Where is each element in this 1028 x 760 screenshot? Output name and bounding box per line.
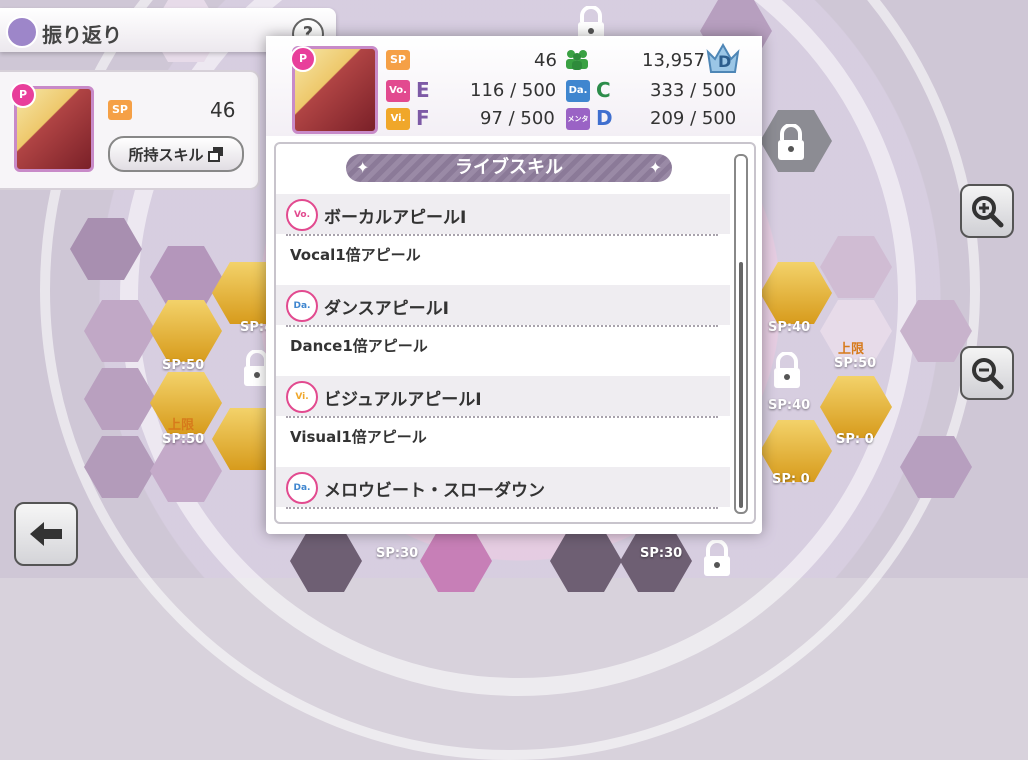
skill-name: ビジュアルアピールⅠ <box>324 390 482 410</box>
divider <box>286 416 718 418</box>
visual-icon: Vi. <box>386 108 410 130</box>
list-item[interactable]: Da. メロウビート・スローダウン <box>276 467 730 522</box>
lock-icon <box>704 540 730 576</box>
hex-up-label: 上限 <box>838 342 865 357</box>
hex-sp-label: SP:50 <box>162 358 205 373</box>
lock-icon <box>778 124 804 160</box>
skill-description: Visual1倍アピール <box>290 428 427 446</box>
idol-summary-card: P SP 46 <box>0 70 260 190</box>
fans-value: 13,957 <box>642 50 705 71</box>
hex-sp-label: SP: 0 <box>772 472 810 487</box>
skill-description: Vocal1倍アピール <box>290 246 421 264</box>
divider <box>286 325 718 327</box>
visual-grade: F <box>416 106 430 130</box>
vocal-skill-icon: Vo. <box>286 199 318 231</box>
hex-sp-label: SP: 0 <box>836 432 874 447</box>
vocal-grade: E <box>416 78 430 102</box>
owned-skills-label: 所持スキル <box>128 145 204 164</box>
dance-icon: Da. <box>566 80 590 102</box>
hex-sp-label: SP:30 <box>376 546 419 561</box>
live-skill-list[interactable]: ✦ ライブスキル ✦ Vo. ボーカルアピールⅠ Vocal1倍アピール Da.… <box>274 142 756 524</box>
produce-badge-icon: P <box>290 46 316 72</box>
hex-sp-label: SP:30 <box>640 546 683 561</box>
visual-value: 97 / 500 <box>480 108 555 129</box>
hex-sp-label: SP:50 <box>834 356 877 371</box>
hex-up-label: 上限 <box>168 418 195 433</box>
mental-grade: D <box>596 106 613 130</box>
list-item[interactable]: Vo. ボーカルアピールⅠ Vocal1倍アピール <box>276 194 730 284</box>
vocal-value: 116 / 500 <box>470 80 557 101</box>
zoom-in-icon <box>972 196 1004 228</box>
hex-sp-label: SP:50 <box>162 432 205 447</box>
hex-sp-label: SP:40 <box>768 320 811 335</box>
back-button[interactable] <box>14 502 78 566</box>
sparkle-icon: ✦ <box>356 158 370 177</box>
skill-name: メロウビート・スローダウン <box>324 481 545 501</box>
dance-value: 333 / 500 <box>650 80 737 101</box>
stats-panel: P SP 46 13,957 D Vo. E 116 / 500 Da. C 3… <box>266 36 762 145</box>
rank-grade: D <box>718 52 732 71</box>
skill-name: ボーカルアピールⅠ <box>324 208 467 228</box>
scroll-thumb[interactable] <box>737 156 745 256</box>
fans-icon <box>566 50 588 70</box>
back-arrow-icon <box>30 522 62 546</box>
scroll-track <box>739 262 743 508</box>
live-skill-header: ✦ ライブスキル ✦ <box>346 154 672 182</box>
hex-sp-label: SP:40 <box>768 398 811 413</box>
skill-description: Dance1倍アピール <box>290 337 428 355</box>
lock-icon <box>774 352 800 388</box>
divider <box>286 507 718 509</box>
review-icon <box>6 16 38 48</box>
zoom-out-icon <box>972 358 1004 390</box>
skill-detail-modal: P SP 46 13,957 D Vo. E 116 / 500 Da. C 3… <box>266 36 762 534</box>
scrollbar[interactable] <box>734 154 748 514</box>
list-item[interactable]: Da. ダンスアピールⅠ Dance1倍アピール <box>276 285 730 375</box>
window-icon <box>207 147 223 162</box>
vocal-icon: Vo. <box>386 80 410 102</box>
visual-skill-icon: Vi. <box>286 381 318 413</box>
page-title: 振り返り <box>42 23 122 47</box>
dance-grade: C <box>596 78 611 102</box>
sp-value: 46 <box>210 98 236 122</box>
sparkle-icon: ✦ <box>648 158 662 177</box>
divider <box>286 234 718 236</box>
list-item[interactable]: Vi. ビジュアルアピールⅠ Visual1倍アピール <box>276 376 730 466</box>
sp-value: 46 <box>534 50 557 71</box>
skill-name: ダンスアピールⅠ <box>324 299 449 319</box>
dance-skill-icon: Da. <box>286 290 318 322</box>
owned-skills-button[interactable]: 所持スキル <box>108 136 244 172</box>
zoom-out-button[interactable] <box>960 346 1014 400</box>
dance-skill-icon: Da. <box>286 472 318 504</box>
produce-badge-icon: P <box>10 82 36 108</box>
mental-icon: メンタル <box>566 108 590 145</box>
mental-value: 209 / 500 <box>650 108 737 129</box>
sp-label: SP <box>108 100 132 120</box>
live-skill-title: ライブスキル <box>455 157 563 178</box>
sp-label: SP <box>386 50 410 70</box>
zoom-in-button[interactable] <box>960 184 1014 238</box>
